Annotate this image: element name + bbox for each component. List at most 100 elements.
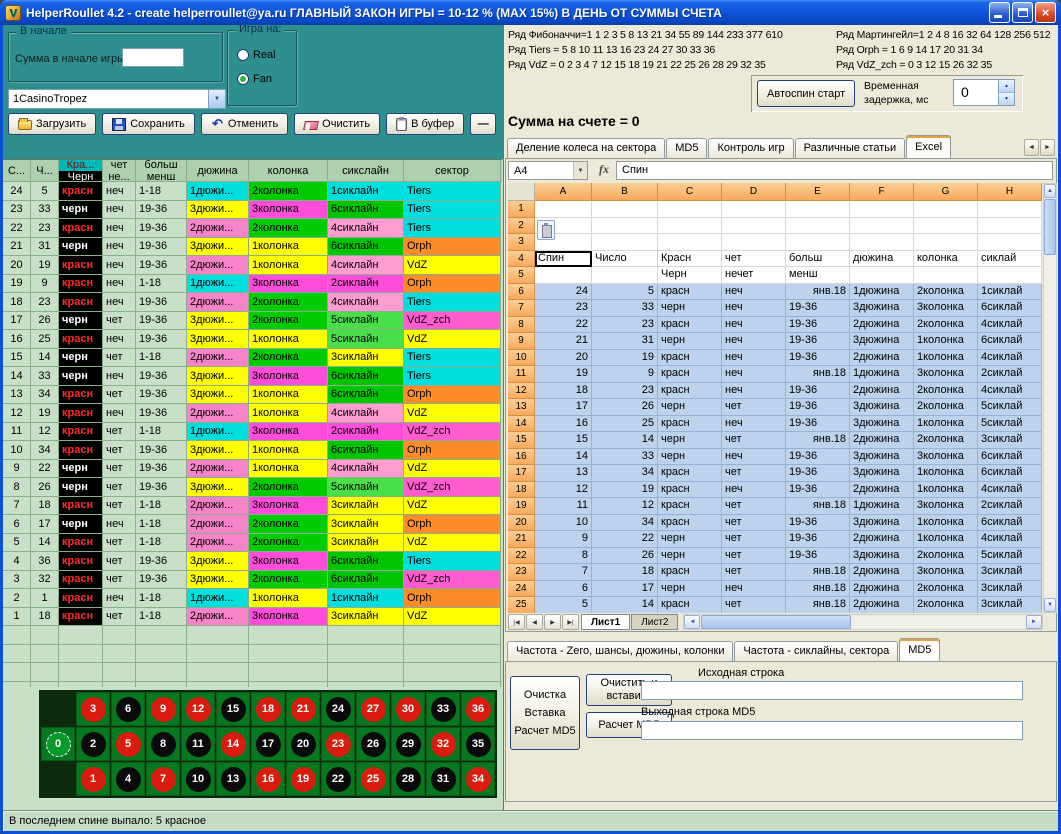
excel-cell[interactable]: янв.18 xyxy=(786,581,850,598)
roulette-number-35[interactable]: 35 xyxy=(461,727,495,761)
excel-row-header-16[interactable]: 16 xyxy=(508,449,535,466)
excel-cell[interactable]: 2дюжина xyxy=(850,432,914,449)
excel-cell[interactable] xyxy=(535,201,592,218)
scroll-down-icon[interactable]: ▼ xyxy=(1044,598,1056,612)
excel-hscrollbar[interactable]: ◄ ► xyxy=(683,614,1043,630)
excel-cell[interactable]: дюжина xyxy=(850,251,914,268)
excel-row-header-12[interactable]: 12 xyxy=(508,383,535,400)
main-tab-0[interactable]: Деление колеса на сектора xyxy=(507,138,665,158)
scroll-left-icon[interactable]: ◄ xyxy=(684,615,700,629)
sheet-tab-Лист2[interactable]: Лист2 xyxy=(631,614,678,630)
excel-cell[interactable]: 26 xyxy=(592,548,658,565)
excel-cell[interactable]: 3колонка xyxy=(914,449,978,466)
excel-cell[interactable] xyxy=(592,267,658,284)
excel-cell[interactable]: 19 xyxy=(592,482,658,499)
sheet-nav-last-icon[interactable]: ▶| xyxy=(562,614,579,630)
excel-cell[interactable]: красн xyxy=(658,515,722,532)
excel-cell[interactable]: красн xyxy=(658,284,722,301)
excel-cell[interactable] xyxy=(850,218,914,235)
excel-cell[interactable]: 3колонка xyxy=(914,498,978,515)
excel-cell[interactable]: 6сиклай xyxy=(978,515,1042,532)
excel-cell[interactable]: 3дюжина xyxy=(850,515,914,532)
excel-cell[interactable]: 4сиклай xyxy=(978,350,1042,367)
roulette-number-32[interactable]: 32 xyxy=(426,727,460,761)
excel-cell[interactable]: 2колонка xyxy=(914,399,978,416)
excel-cell[interactable]: неч xyxy=(722,284,786,301)
excel-cell[interactable]: неч xyxy=(722,317,786,334)
excel-cell[interactable]: менш xyxy=(786,267,850,284)
excel-cell[interactable]: 8 xyxy=(535,548,592,565)
excel-cell[interactable] xyxy=(592,201,658,218)
main-tab-4[interactable]: Excel xyxy=(906,135,951,158)
excel-cell[interactable] xyxy=(914,218,978,235)
excel-cell[interactable]: 2дюжина xyxy=(850,482,914,499)
excel-cell[interactable]: 6 xyxy=(535,581,592,598)
maximize-button[interactable] xyxy=(1012,2,1033,23)
roulette-number-9[interactable]: 9 xyxy=(146,692,180,726)
excel-cell[interactable]: 3сиклай xyxy=(978,597,1042,613)
roulette-number-10[interactable]: 10 xyxy=(181,762,215,796)
excel-col-header-D[interactable]: D xyxy=(722,183,786,201)
excel-cell[interactable] xyxy=(850,201,914,218)
excel-cell[interactable]: 19-36 xyxy=(786,531,850,548)
excel-cell[interactable]: 18 xyxy=(592,564,658,581)
excel-row-header-14[interactable]: 14 xyxy=(508,416,535,433)
excel-cell[interactable]: 4сиклай xyxy=(978,531,1042,548)
excel-cell[interactable] xyxy=(722,234,786,251)
excel-cell[interactable] xyxy=(592,218,658,235)
excel-cell[interactable] xyxy=(914,267,978,284)
excel-cell[interactable]: 23 xyxy=(535,300,592,317)
excel-cell[interactable]: 22 xyxy=(592,531,658,548)
roulette-number-6[interactable]: 6 xyxy=(111,692,145,726)
excel-cell[interactable]: Число xyxy=(592,251,658,268)
excel-cell[interactable]: 1колонка xyxy=(914,416,978,433)
excel-cell[interactable]: неч xyxy=(722,449,786,466)
roulette-number-33[interactable]: 33 xyxy=(426,692,460,726)
excel-row-header-11[interactable]: 11 xyxy=(508,366,535,383)
excel-cell[interactable]: сиклай xyxy=(978,251,1042,268)
excel-cell[interactable]: черн xyxy=(658,300,722,317)
excel-cell[interactable]: неч xyxy=(722,416,786,433)
excel-cell[interactable]: 1колонка xyxy=(914,465,978,482)
excel-cell[interactable]: 2дюжина xyxy=(850,350,914,367)
excel-cell[interactable]: 2дюжина xyxy=(850,317,914,334)
excel-cell[interactable]: чет xyxy=(722,531,786,548)
excel-cell[interactable]: черн xyxy=(658,531,722,548)
md5-output-input[interactable] xyxy=(641,721,1023,740)
excel-cell[interactable]: неч xyxy=(722,383,786,400)
excel-cell[interactable]: 2дюжина xyxy=(850,581,914,598)
excel-cell[interactable]: 2дюжина xyxy=(850,383,914,400)
excel-cell[interactable]: 19 xyxy=(592,350,658,367)
excel-cell[interactable]: 1колонка xyxy=(914,350,978,367)
roulette-number-34[interactable]: 34 xyxy=(461,762,495,796)
excel-cell[interactable]: 2дюжина xyxy=(850,597,914,613)
excel-col-header-B[interactable]: B xyxy=(592,183,658,201)
excel-cell[interactable]: больш xyxy=(786,251,850,268)
excel-cell[interactable]: 1дюжина xyxy=(850,498,914,515)
excel-col-header-H[interactable]: H xyxy=(978,183,1042,201)
excel-cell[interactable]: 31 xyxy=(592,333,658,350)
file-button[interactable]: В буфер xyxy=(386,113,464,135)
close-button[interactable]: × xyxy=(1035,2,1056,23)
excel-cell[interactable] xyxy=(786,201,850,218)
excel-row-header-5[interactable]: 5 xyxy=(508,267,535,284)
excel-cell[interactable]: 21 xyxy=(535,333,592,350)
excel-cell[interactable]: янв.18 xyxy=(786,366,850,383)
excel-cell[interactable]: черн xyxy=(658,548,722,565)
excel-cell[interactable]: чет xyxy=(722,251,786,268)
excel-cell[interactable]: 3колонка xyxy=(914,564,978,581)
excel-cell[interactable] xyxy=(978,201,1042,218)
excel-cell[interactable]: 3колонка xyxy=(914,366,978,383)
roulette-number-7[interactable]: 7 xyxy=(146,762,180,796)
vscroll-thumb[interactable] xyxy=(1044,199,1056,255)
excel-row-header-2[interactable]: 2 xyxy=(508,218,535,235)
main-tab-3[interactable]: Различные статьи xyxy=(795,138,906,158)
excel-cell[interactable]: 23 xyxy=(592,317,658,334)
excel-cell[interactable] xyxy=(592,234,658,251)
excel-cell[interactable]: 11 xyxy=(535,498,592,515)
roulette-number-19[interactable]: 19 xyxy=(286,762,320,796)
excel-row-header-13[interactable]: 13 xyxy=(508,399,535,416)
excel-cell[interactable]: чет xyxy=(722,399,786,416)
excel-cell[interactable] xyxy=(978,267,1042,284)
excel-col-header-C[interactable]: C xyxy=(658,183,722,201)
